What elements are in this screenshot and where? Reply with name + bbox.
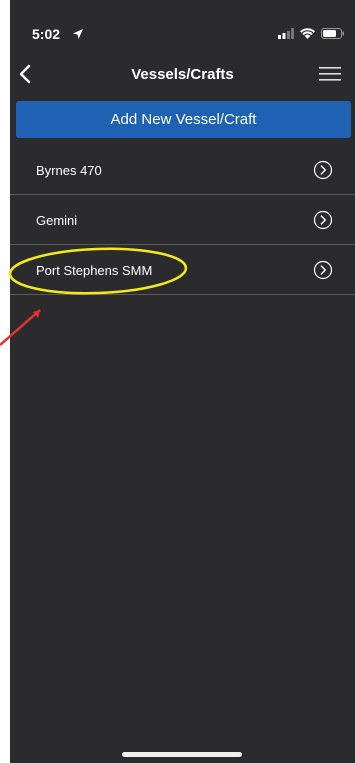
list-item-gemini[interactable]: Gemini [10, 195, 355, 245]
list-item-label: Port Stephens SMM [36, 263, 153, 278]
status-bar: 5:02 [10, 0, 355, 44]
status-time: 5:02 [32, 26, 61, 42]
list-item-byrnes-470[interactable]: Byrnes 470 [10, 145, 355, 195]
home-indicator[interactable] [122, 752, 242, 757]
vessel-list: Byrnes 470 Gemini Port Stephens SMM [10, 145, 355, 295]
battery-icon [321, 28, 344, 39]
app-screen: 5:02 Vessels/Crafts Add New Vessel/Craft… [10, 0, 355, 763]
list-item-port-stephens-smm[interactable]: Port Stephens SMM [10, 245, 355, 295]
nav-bar: Vessels/Crafts [10, 56, 355, 92]
add-new-vessel-button[interactable]: Add New Vessel/Craft [16, 101, 351, 138]
list-item-label: Gemini [36, 213, 78, 228]
chevron-circle-right-icon[interactable] [313, 260, 333, 280]
chevron-circle-right-icon[interactable] [313, 210, 333, 230]
list-item-label: Byrnes 470 [36, 163, 102, 178]
signal-icon [278, 28, 294, 39]
hamburger-menu-icon[interactable] [319, 64, 341, 84]
wifi-icon [300, 28, 315, 39]
chevron-circle-right-icon[interactable] [313, 160, 333, 180]
page-title: Vessels/Crafts [131, 66, 234, 83]
location-arrow-icon [73, 29, 83, 39]
status-icons [278, 28, 345, 39]
